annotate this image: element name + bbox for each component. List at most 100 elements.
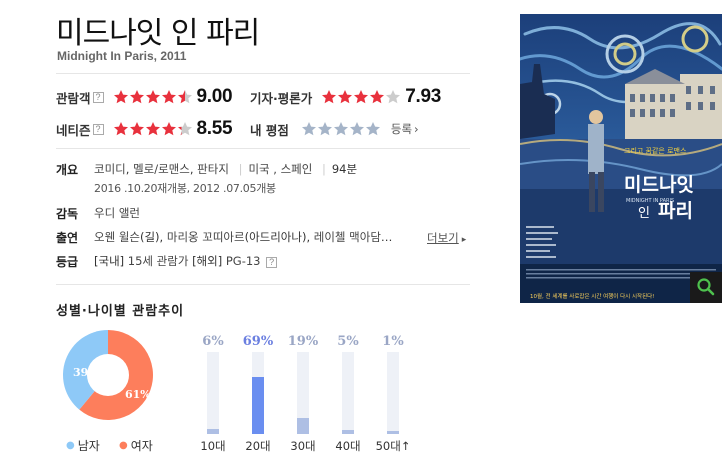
cast-link[interactable]: 마리옹 꼬띠아르 bbox=[167, 230, 245, 244]
my-rating: 내 평점 등록 › bbox=[250, 118, 419, 140]
release-row: 2016 .10.20재개봉, 2012 .07.05개봉 bbox=[94, 180, 276, 196]
age-bar-fill bbox=[207, 429, 219, 434]
female-percent-label: 61% bbox=[125, 388, 151, 401]
age-percent-label: 6% bbox=[202, 334, 224, 349]
gender-donut-chart: 39% 61% bbox=[62, 330, 153, 420]
critic-score: 7.93 bbox=[405, 86, 442, 107]
movie-poster[interactable]: 그리고 꿈같은 로맨스 미드나잇 인 파리 MIDNIGHT IN PARIS … bbox=[520, 14, 722, 303]
critic-label: 기자·평론가 bbox=[250, 90, 313, 106]
help-icon[interactable]: ? bbox=[266, 257, 278, 268]
age-label: 20대 bbox=[245, 439, 271, 453]
age-label: 10대 bbox=[200, 439, 226, 453]
audience-stars bbox=[113, 89, 193, 105]
star-icon bbox=[161, 90, 176, 104]
star-icon[interactable] bbox=[301, 121, 317, 137]
divider bbox=[56, 284, 470, 285]
poster-romance-line: 그리고 꿈같은 로맨스 bbox=[624, 146, 687, 155]
star-icon bbox=[113, 122, 128, 136]
audience-rating: 관람객 ? 9.00 bbox=[56, 86, 233, 108]
cast-label: 출연 bbox=[56, 231, 79, 245]
my-rating-label: 내 평점 bbox=[250, 122, 289, 138]
release-dates: 2016 .10.20재개봉, 2012 .07.05개봉 bbox=[94, 182, 276, 195]
star-icon bbox=[177, 90, 192, 104]
age-bar-track bbox=[252, 352, 264, 434]
star-icon[interactable] bbox=[333, 121, 349, 137]
separator: | bbox=[321, 162, 326, 176]
poster-title-main: 미드나잇 bbox=[624, 174, 694, 196]
poster-artwork: 그리고 꿈같은 로맨스 미드나잇 인 파리 MIDNIGHT IN PARIS … bbox=[520, 14, 722, 303]
male-dot-icon: ● bbox=[66, 440, 75, 451]
separator: | bbox=[238, 162, 243, 176]
age-percent-label: 1% bbox=[382, 334, 404, 349]
star-icon[interactable] bbox=[317, 121, 333, 137]
help-icon[interactable]: ? bbox=[92, 91, 104, 103]
age-label: 50대↑ bbox=[375, 439, 411, 453]
poster-title-in: 인 bbox=[638, 206, 650, 221]
cast-link[interactable]: 오웬 윌슨 bbox=[94, 230, 140, 244]
star-icon bbox=[177, 122, 192, 136]
star-icon bbox=[129, 122, 144, 136]
overview-label: 개요 bbox=[56, 163, 79, 177]
poster-tagline: 10월, 전 세계를 사로잡은 시간 여행이 다시 시작된다! bbox=[530, 292, 654, 300]
movie-subtitle: Midnight In Paris, 2011 bbox=[57, 49, 187, 63]
age-bar-track bbox=[207, 352, 219, 434]
divider bbox=[56, 73, 470, 74]
cast-role: (길), bbox=[139, 230, 167, 244]
netizen-rating: 네티즌 ? 8.55 bbox=[56, 118, 233, 140]
star-icon bbox=[145, 90, 160, 104]
cast-row: 출연 오웬 윌슨(길), 마리옹 꼬띠아르(아드리아나), 레이첼 맥아담… bbox=[56, 229, 392, 246]
netizen-stars bbox=[113, 121, 193, 137]
more-cast-link[interactable]: 더보기 ▸ bbox=[427, 230, 466, 246]
cast-link[interactable]: 레이첼 맥아담 bbox=[314, 230, 381, 244]
trend-title: 성별·나이별 관람추이 bbox=[56, 304, 185, 319]
movie-title: 미드나잇 인 파리 bbox=[56, 16, 260, 51]
grade-label: 등급 bbox=[56, 255, 79, 269]
grade-link[interactable]: 15세 관람가 bbox=[128, 254, 189, 268]
age-bar-fill bbox=[387, 431, 399, 434]
my-rating-stars[interactable] bbox=[301, 121, 381, 137]
director-row: 감독 우디 앨런 bbox=[56, 205, 140, 222]
overview-row: 개요 코미디, 멜로/로맨스, 판타지 | 미국 , 스페인 | 94분 bbox=[56, 161, 357, 178]
grade-region: [국내] bbox=[94, 254, 125, 268]
star-icon[interactable] bbox=[349, 121, 365, 137]
star-icon bbox=[322, 90, 337, 104]
age-bar-fill bbox=[252, 377, 264, 434]
genre-separator: , bbox=[125, 162, 134, 176]
critic-rating: 기자·평론가 7.93 bbox=[250, 86, 441, 108]
star-icon bbox=[386, 90, 401, 104]
female-label: 여자 bbox=[130, 439, 153, 453]
genre-link[interactable]: 멜로/로맨스 bbox=[133, 162, 190, 176]
male-percent-label: 39% bbox=[73, 366, 99, 379]
star-icon[interactable] bbox=[365, 121, 381, 137]
genre-link[interactable]: 코미디 bbox=[94, 162, 126, 176]
divider bbox=[56, 148, 470, 149]
age-percent-label: 5% bbox=[337, 334, 359, 349]
grade-link[interactable]: PG-13 bbox=[226, 254, 261, 268]
runtime: 94분 bbox=[331, 162, 358, 176]
star-icon bbox=[338, 90, 353, 104]
star-icon bbox=[370, 90, 385, 104]
audience-score: 9.00 bbox=[196, 86, 233, 107]
netizen-label: 네티즌 bbox=[56, 122, 91, 138]
age-bar-track bbox=[342, 352, 354, 434]
age-percent-label: 69% bbox=[242, 334, 274, 349]
director-label: 감독 bbox=[56, 207, 79, 221]
age-bar-track bbox=[387, 352, 399, 434]
grade-region: [해외] bbox=[192, 254, 223, 268]
age-percent-label: 19% bbox=[287, 334, 319, 349]
help-icon[interactable]: ? bbox=[92, 123, 104, 135]
netizen-score: 8.55 bbox=[196, 118, 233, 139]
register-rating-link[interactable]: 등록 › bbox=[391, 121, 419, 137]
cast-role: (아드리아나), bbox=[244, 230, 314, 244]
critic-stars bbox=[321, 89, 401, 105]
director-link[interactable]: 우디 앨런 bbox=[94, 205, 140, 222]
star-icon bbox=[113, 90, 128, 104]
country-link[interactable]: 미국 , 스페인 bbox=[248, 162, 312, 176]
genre-link[interactable]: 판타지 bbox=[197, 162, 229, 176]
arrow-right-icon: ▸ bbox=[461, 235, 467, 245]
grade-row: 등급 [국내] 15세 관람가 [해외] PG-13 ? bbox=[56, 253, 278, 270]
audience-label: 관람객 bbox=[56, 90, 91, 106]
female-dot-icon: ● bbox=[119, 440, 128, 451]
age-bar-track bbox=[297, 352, 309, 434]
age-bar-fill bbox=[342, 430, 354, 434]
